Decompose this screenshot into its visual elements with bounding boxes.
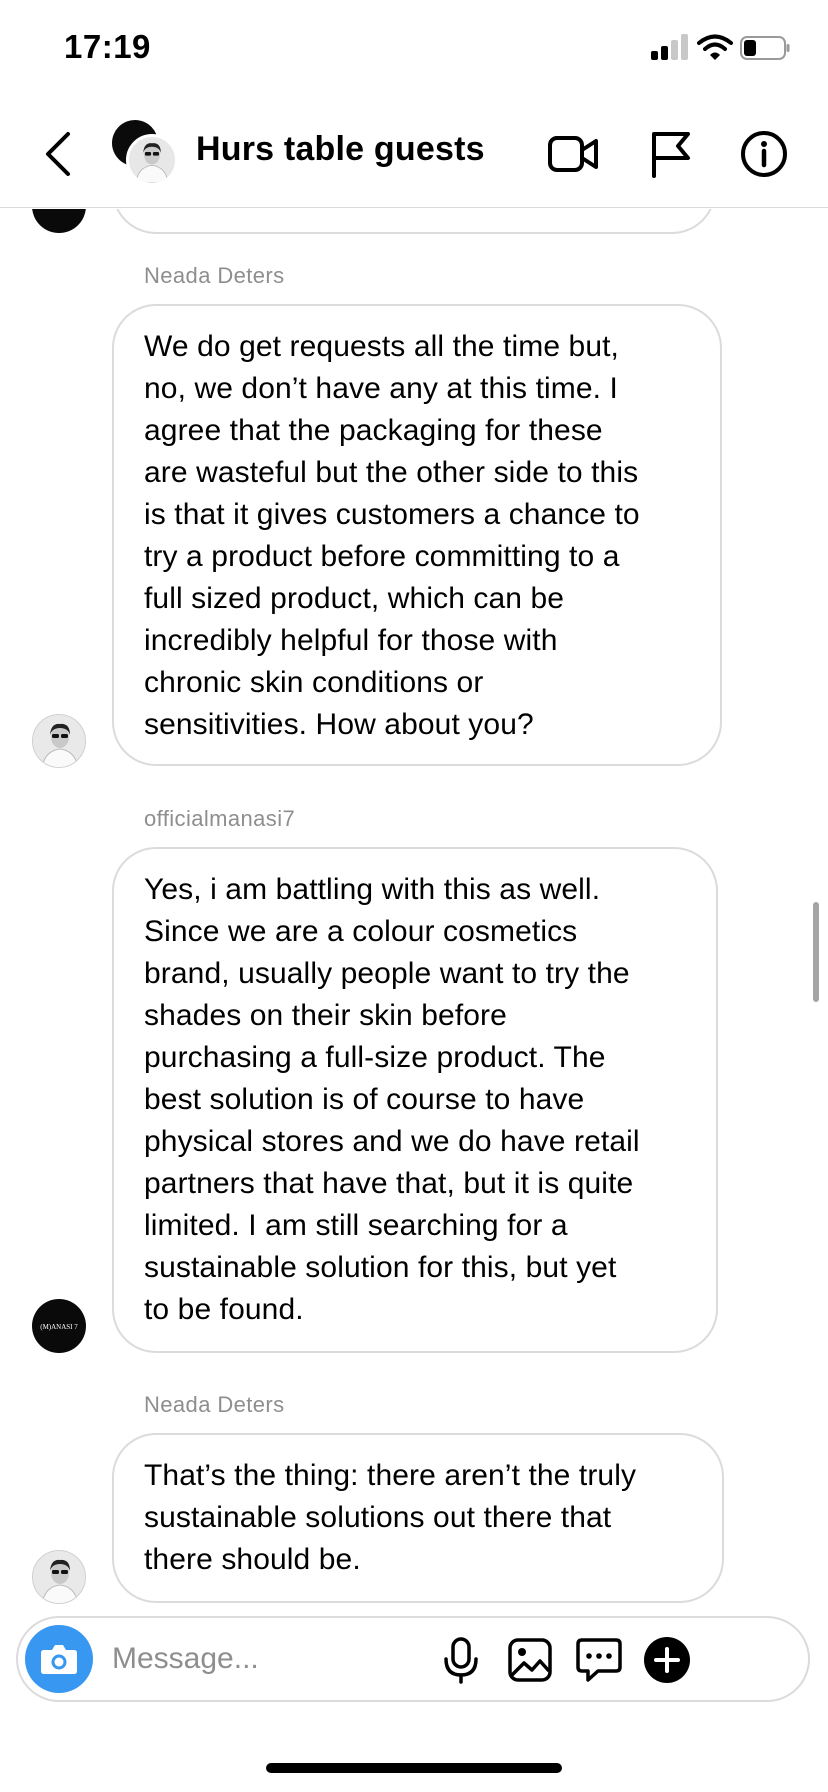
previous-sender-avatar — [32, 209, 86, 233]
info-icon[interactable] — [738, 128, 790, 180]
status-time: 17:19 — [64, 28, 151, 65]
message-bubble[interactable]: That’s the thing: there aren’t the truly… — [112, 1433, 724, 1603]
sender-avatar[interactable] — [32, 714, 86, 768]
back-button[interactable] — [38, 128, 78, 180]
wifi-icon — [697, 34, 733, 60]
sender-avatar[interactable] — [32, 1550, 86, 1604]
message-composer — [16, 1616, 810, 1702]
message-input[interactable] — [112, 1636, 492, 1682]
home-indicator[interactable] — [266, 1763, 562, 1773]
sticker-icon[interactable] — [574, 1635, 624, 1685]
scrollbar[interactable] — [813, 902, 819, 1002]
camera-icon — [41, 1645, 77, 1674]
brand-logo-text: (M)ANASI 7 — [40, 1323, 78, 1331]
message-text: That’s the thing: there aren’t the truly… — [144, 1459, 637, 1576]
previous-message-bubble — [112, 209, 716, 234]
plus-icon[interactable] — [642, 1635, 692, 1685]
camera-button[interactable] — [25, 1625, 93, 1693]
conversation-header: Hurs table guests — [0, 100, 828, 208]
sender-name: Neada Deters — [144, 1392, 285, 1417]
message-bubble[interactable]: We do get requests all the time but, no,… — [112, 304, 722, 766]
cellular-signal-icon — [651, 34, 689, 60]
message-bubble[interactable]: Yes, i am battling with this as well. Si… — [112, 847, 718, 1353]
message-text: Yes, i am battling with this as well. Si… — [144, 873, 640, 1326]
person-photo-icon — [41, 1559, 79, 1603]
conversation-title[interactable]: Hurs table guests — [196, 130, 485, 169]
battery-icon — [740, 36, 790, 60]
gallery-icon[interactable] — [505, 1635, 555, 1685]
sender-avatar[interactable]: (M)ANASI 7 — [32, 1299, 86, 1353]
person-photo-icon — [135, 143, 169, 183]
video-call-button[interactable] — [548, 128, 600, 180]
sender-name: Neada Deters — [144, 263, 285, 288]
person-photo-icon — [41, 723, 79, 767]
microphone-icon[interactable] — [436, 1635, 486, 1685]
status-bar: 17:19 — [0, 0, 828, 100]
brand-logo: (M)ANASI 7 — [40, 1323, 78, 1331]
group-avatar[interactable] — [110, 120, 180, 186]
message-text: We do get requests all the time but, no,… — [144, 330, 640, 741]
flag-icon[interactable] — [644, 128, 696, 180]
message-thread[interactable]: Neada Deters We do get requests all the … — [0, 209, 828, 1611]
group-avatar-front — [126, 134, 178, 186]
sender-name: officialmanasi7 — [144, 806, 296, 831]
